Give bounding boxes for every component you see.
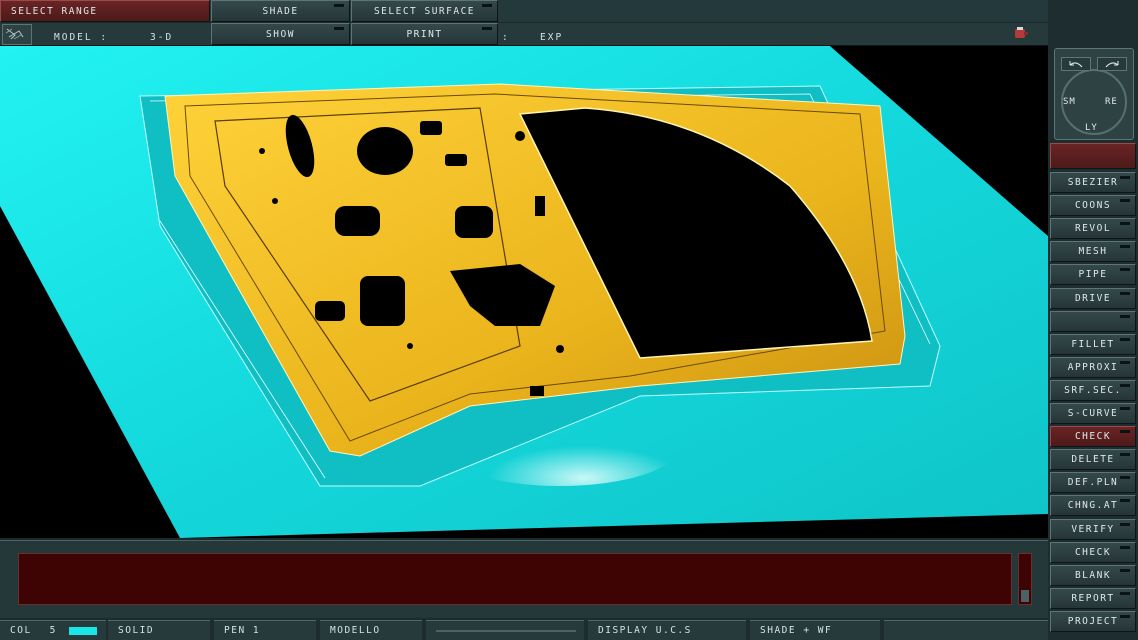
mode-status[interactable]: SOLID xyxy=(108,620,210,640)
side-menu-project-button[interactable]: PROJECT xyxy=(1050,611,1136,632)
model-value: 3-D xyxy=(150,32,174,43)
side-menu-s-curve-button[interactable]: S-CURVE xyxy=(1050,403,1136,424)
view-ly-button[interactable]: LY xyxy=(1085,123,1098,133)
layer-status[interactable]: MODELLO xyxy=(320,620,422,640)
layer-label: MODELLO xyxy=(330,625,381,636)
rotate-right-icon[interactable] xyxy=(1097,57,1127,71)
side-menu-label: CHECK xyxy=(1074,431,1112,442)
side-menu-delete-button[interactable]: DELETE xyxy=(1050,449,1136,470)
select-range-button[interactable]: SELECT RANGE xyxy=(0,0,210,22)
show-label: SHOW xyxy=(266,28,295,40)
rotate-left-icon[interactable] xyxy=(1061,57,1091,71)
side-menu-label: S-CURVE xyxy=(1067,408,1119,419)
display-label: DISPLAY U.C.S xyxy=(598,625,692,636)
side-menu-drive-button[interactable]: DRIVE xyxy=(1050,288,1136,309)
3d-viewport[interactable] xyxy=(0,46,1048,538)
side-menu-label: PIPE xyxy=(1078,269,1108,280)
display-status[interactable]: DISPLAY U.C.S xyxy=(588,620,746,640)
side-menu-sbezier-button[interactable]: SBEZIER xyxy=(1050,172,1136,193)
message-scrollbar[interactable] xyxy=(1018,553,1032,605)
color-status[interactable]: COL 5 xyxy=(0,620,106,640)
pen-status[interactable]: PEN 1 xyxy=(214,620,316,640)
view-sm-button[interactable]: SM xyxy=(1063,97,1076,107)
empty-status-line xyxy=(436,629,576,632)
side-menu-label: BLANK xyxy=(1074,570,1112,581)
side-menu-blank-slot-button xyxy=(1050,311,1136,332)
side-menu-label: REVOL xyxy=(1074,223,1112,234)
status-filler xyxy=(884,620,1048,640)
mode-label: SOLID xyxy=(118,625,155,636)
side-menu-label: DELETE xyxy=(1071,454,1115,465)
select-range-label: SELECT RANGE xyxy=(11,5,98,17)
print-label: PRINT xyxy=(406,28,443,40)
side-menu-report-button[interactable]: REPORT xyxy=(1050,588,1136,609)
side-menu-label: CHNG.AT xyxy=(1067,500,1119,511)
side-menu-revol-button[interactable]: REVOL xyxy=(1050,218,1136,239)
side-menu-blank-button[interactable]: BLANK xyxy=(1050,565,1136,586)
view-re-button[interactable]: RE xyxy=(1105,97,1118,107)
col-value: 5 xyxy=(49,625,57,636)
model-label: MODEL : xyxy=(54,32,109,43)
view-rotation-widget[interactable]: SM RE LY xyxy=(1054,48,1134,140)
side-menu-verify-button[interactable]: VERIFY xyxy=(1050,519,1136,540)
side-menu-mesh-button[interactable]: MESH xyxy=(1050,241,1136,262)
side-menu-label: MESH xyxy=(1078,246,1108,257)
shade-button[interactable]: SHADE xyxy=(211,0,350,22)
side-menu-chng-at-button[interactable]: CHNG.AT xyxy=(1050,495,1136,516)
side-menu-check-button[interactable]: CHECK xyxy=(1050,426,1136,447)
side-menu-fillet-button[interactable]: FILLET xyxy=(1050,334,1136,355)
col-label: COL xyxy=(10,625,32,636)
side-menu-label: PROJECT xyxy=(1067,616,1119,627)
command-message-box[interactable] xyxy=(18,553,1012,605)
side-menu-label: COONS xyxy=(1074,200,1112,211)
print-button[interactable]: PRINT xyxy=(351,23,498,45)
menu-icon[interactable] xyxy=(2,24,32,45)
render-label: SHADE + WF xyxy=(760,625,833,636)
render-status[interactable]: SHADE + WF xyxy=(750,620,880,640)
side-menu-def-pln-button[interactable]: DEF.PLN xyxy=(1050,472,1136,493)
side-menu-label: CHECK xyxy=(1074,547,1112,558)
side-menu-label: REPORT xyxy=(1071,593,1115,604)
select-surface-button[interactable]: SELECT SURFACE xyxy=(351,0,498,22)
empty-status xyxy=(426,620,584,640)
exit-icon[interactable] xyxy=(1012,26,1030,42)
shade-label: SHADE xyxy=(262,5,299,17)
side-menu-pipe-button[interactable]: PIPE xyxy=(1050,264,1136,285)
info-colon: : xyxy=(502,32,510,43)
side-menu-label: FILLET xyxy=(1071,339,1115,350)
side-menu-check-button[interactable]: CHECK xyxy=(1050,542,1136,563)
side-menu-label: SBEZIER xyxy=(1067,177,1119,188)
pen-label: PEN 1 xyxy=(224,625,261,636)
side-menu-label: DEF.PLN xyxy=(1067,477,1119,488)
side-menu-label: VERIFY xyxy=(1071,524,1115,535)
side-menu-coons-button[interactable]: COONS xyxy=(1050,195,1136,216)
side-menu-label: SRF.SEC. xyxy=(1064,385,1122,396)
side-menu-label: DRIVE xyxy=(1074,293,1112,304)
scrollbar-thumb[interactable] xyxy=(1021,590,1029,602)
mode-value: EXP xyxy=(540,32,564,43)
show-button[interactable]: SHOW xyxy=(211,23,350,45)
side-menu-srf-sec-button[interactable]: SRF.SEC. xyxy=(1050,380,1136,401)
side-menu-header xyxy=(1050,143,1136,169)
select-surface-label: SELECT SURFACE xyxy=(373,5,476,17)
side-menu-label: APPROXI xyxy=(1067,362,1119,373)
door-panel-model xyxy=(0,46,1048,538)
color-swatch xyxy=(68,626,97,635)
side-menu-approxi-button[interactable]: APPROXI xyxy=(1050,357,1136,378)
